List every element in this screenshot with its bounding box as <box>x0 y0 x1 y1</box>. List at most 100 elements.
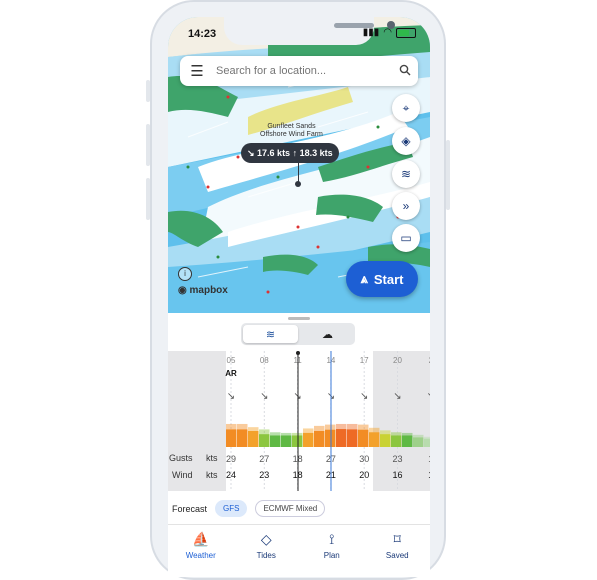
wind-direction-arrow: ↘ <box>393 391 401 402</box>
layers-button[interactable]: ◈ <box>392 127 420 155</box>
forecast-model-row: Forecast GFS ECMWF Mixed <box>172 500 326 517</box>
signal-icon: ▮▮▮ <box>362 27 380 38</box>
ruler-button[interactable]: ▭ <box>392 224 420 252</box>
mapbox-glyph-icon: ◉ <box>178 285 187 296</box>
wind-value: 16 <box>392 470 402 480</box>
volume-up-button <box>146 124 150 166</box>
ruler-icon: ▭ <box>400 231 412 245</box>
wind-overlay-button[interactable]: ≋ <box>392 160 420 188</box>
mapbox-attribution: mapbox <box>189 285 228 296</box>
app-screen: Gunfleet Sands Offshore Wind Farm 14:23 … <box>168 17 430 577</box>
wind-direction-arrow: ↘ <box>227 391 235 402</box>
wind-row-label: Wind <box>172 470 193 480</box>
tab-plan[interactable]: ⟟ Plan <box>299 525 365 577</box>
windsurf-icon: ⛵ <box>192 531 210 547</box>
map-label-area: Gunfleet Sands Offshore Wind Farm <box>260 123 323 139</box>
model-ecmwf-button[interactable]: ECMWF Mixed <box>255 500 326 517</box>
wind-bar <box>347 429 358 447</box>
wind-direction-arrow: ↘ <box>427 391 430 402</box>
wind-bar <box>314 431 325 447</box>
start-button[interactable]: ⩓ Start <box>346 261 418 297</box>
wind-bar <box>237 429 248 447</box>
map-view[interactable]: Gunfleet Sands Offshore Wind Farm 14:23 … <box>168 17 430 313</box>
gust-value: 23 <box>392 454 402 464</box>
wind-bar <box>270 435 281 447</box>
wind-value: 23 <box>259 470 269 480</box>
double-chevron-icon: » <box>402 199 410 213</box>
gust-value: 27 <box>259 454 269 464</box>
diamond-icon: ◇ <box>260 531 272 547</box>
wind-bar <box>424 438 430 447</box>
wind-value: 1 <box>428 470 430 480</box>
hamburger-menu-icon[interactable]: ☰ <box>180 62 214 80</box>
current-time-dot <box>296 351 300 355</box>
gust-value: 1 <box>428 454 430 464</box>
device-notch <box>224 17 395 45</box>
wind-bar <box>391 435 402 447</box>
model-gfs-button[interactable]: GFS <box>215 500 248 517</box>
fast-forward-button[interactable]: » <box>392 192 420 220</box>
wind-tooltip[interactable]: ↘ 17.6 kts ↑ 18.3 kts <box>241 143 339 163</box>
wind-bar <box>303 432 314 447</box>
gust-value: 30 <box>359 454 369 464</box>
segment-weather[interactable]: ☁ <box>300 323 355 345</box>
wind-value: 20 <box>359 470 369 480</box>
wind-icon: ≋ <box>265 328 276 341</box>
wind-bar <box>402 435 413 447</box>
wind-bar <box>259 434 270 447</box>
wind-value: 24 <box>226 470 236 480</box>
wind-bar <box>281 435 292 447</box>
navigation-arrow-icon: ⩓ <box>360 271 368 286</box>
map-pin[interactable] <box>295 181 301 187</box>
mute-switch <box>146 80 150 102</box>
wind-chart[interactable]: 05↘292408↘272311↘181814↘272117↘302020↘23… <box>168 351 430 491</box>
wind-bar <box>226 429 237 447</box>
layers-icon: ◈ <box>401 134 411 148</box>
tab-plan-label: Plan <box>323 551 340 560</box>
tab-tides-label: Tides <box>256 551 276 560</box>
map-label-primary: Gunfleet Sands <box>267 123 316 130</box>
gusts-row-label: Gusts <box>169 453 193 463</box>
wind-bar <box>325 429 336 447</box>
power-button <box>446 140 450 210</box>
locate-button[interactable]: ⌖ <box>392 94 420 122</box>
map-label-secondary: Offshore Wind Farm <box>260 131 323 138</box>
wind-bar <box>358 429 369 447</box>
search-input[interactable] <box>214 64 392 78</box>
tab-saved-label: Saved <box>385 551 409 560</box>
wind-direction-arrow: ↘ <box>360 391 368 402</box>
mapbox-logo: ◉ mapbox <box>178 285 228 296</box>
tab-weather-label: Weather <box>185 551 216 560</box>
wind-icon: ≋ <box>400 167 412 181</box>
bookmark-icon: ⌑ <box>393 531 401 547</box>
tab-tides[interactable]: ◇ Tides <box>234 525 300 577</box>
gusts-unit: kts <box>206 453 218 463</box>
wifi-icon: ◠ <box>383 27 392 38</box>
tab-saved[interactable]: ⌑ Saved <box>365 525 431 577</box>
search-icon[interactable] <box>392 64 418 79</box>
sheet-handle[interactable] <box>288 317 310 320</box>
status-icons: ▮▮▮ ◠ <box>363 27 416 38</box>
wind-unit: kts <box>206 470 218 480</box>
status-time: 14:23 <box>188 28 217 40</box>
info-icon[interactable]: i <box>178 267 192 281</box>
search-bar[interactable]: ☰ <box>180 56 418 86</box>
wind-bar <box>413 437 424 447</box>
wind-bar <box>369 432 380 447</box>
weather-icon: ☁ <box>322 328 333 341</box>
wind-direction-arrow: ↘ <box>260 391 268 402</box>
forecast-sheet: ≋ ☁ 05↘292408↘272311↘181814↘272117↘30202… <box>168 313 430 577</box>
battery-icon <box>396 27 416 38</box>
view-toggle: ≋ ☁ <box>241 323 355 345</box>
hour-tick-label: 08 <box>260 356 269 365</box>
gust-value: 29 <box>226 454 236 464</box>
tab-weather[interactable]: ⛵ Weather <box>168 525 234 577</box>
wind-bar <box>292 435 303 447</box>
segment-wind[interactable]: ≋ <box>243 325 298 343</box>
pin-line <box>298 163 299 183</box>
hour-tick-label: 20 <box>393 356 402 365</box>
first-day-badge: AR <box>225 369 237 378</box>
route-icon: ⟟ <box>329 531 335 547</box>
wind-bar <box>336 429 347 447</box>
volume-down-button <box>146 178 150 220</box>
